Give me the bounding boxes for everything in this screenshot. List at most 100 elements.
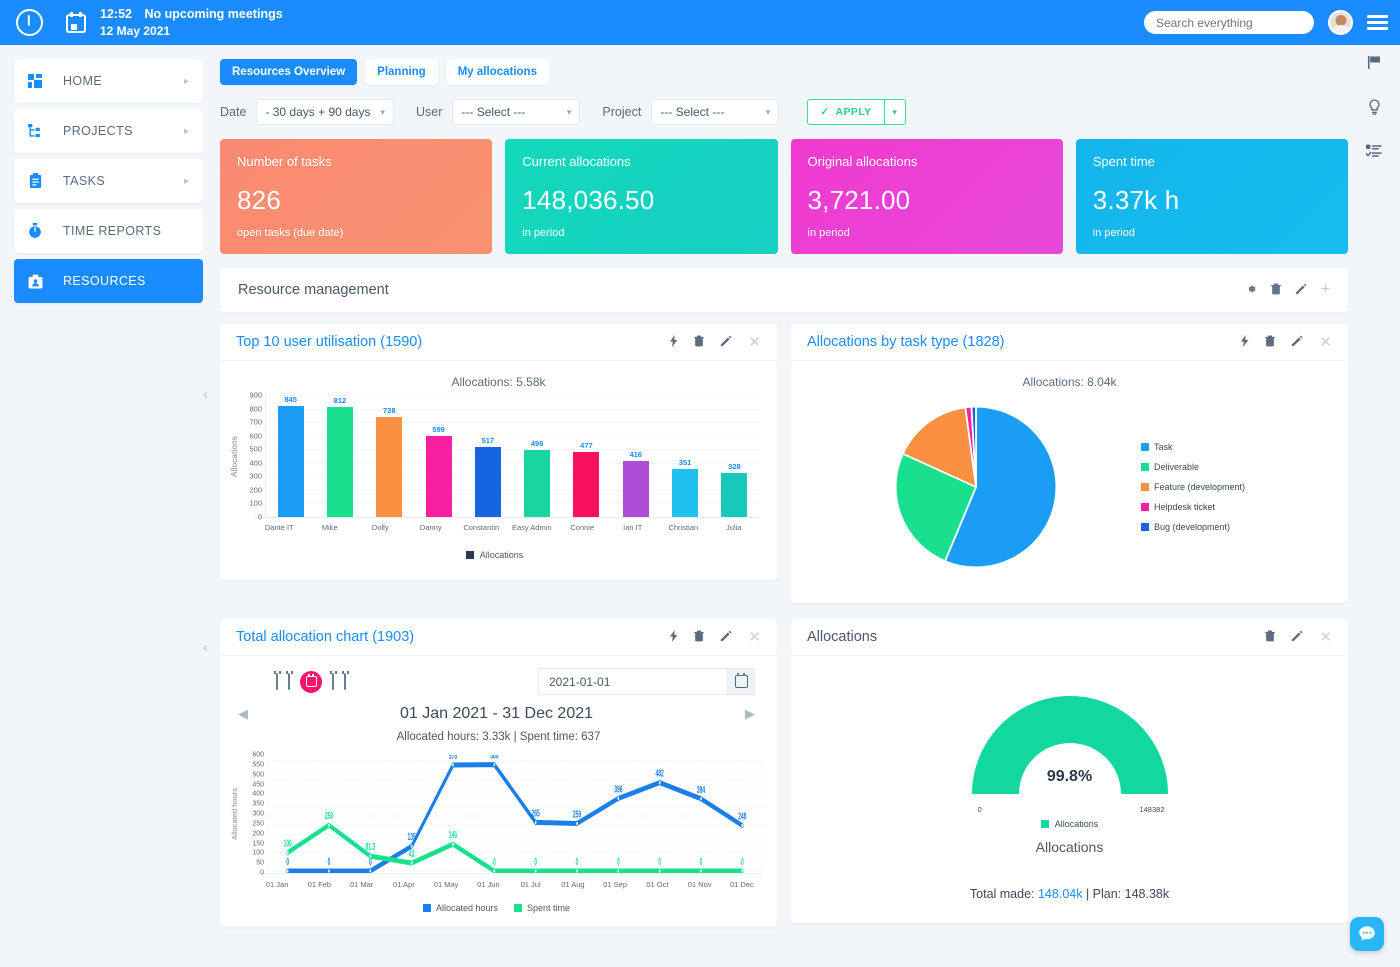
bar[interactable] (623, 461, 649, 517)
legend-item[interactable]: Spent time (514, 903, 570, 913)
legend-item[interactable]: Allocated hours (423, 903, 498, 913)
apply-dropdown-button[interactable]: ▾ (885, 99, 906, 125)
bar-column[interactable]: 477 (562, 395, 611, 517)
bar[interactable] (524, 450, 550, 517)
date-input[interactable] (538, 668, 727, 695)
apply-button[interactable]: ✓ APPLY (807, 99, 884, 125)
sidebar-item-home[interactable]: HOME ▸ (14, 59, 203, 103)
meeting-status: 12:52 No upcoming meetings 12 May 2021 (100, 5, 283, 41)
sidebar-item-time-reports[interactable]: TIME REPORTS (14, 209, 203, 253)
calendar-quarter-icon[interactable] (332, 674, 334, 689)
bar[interactable] (721, 473, 747, 517)
line-series[interactable] (288, 765, 743, 871)
previous-period-arrow[interactable]: ◀ (238, 706, 248, 722)
next-period-arrow[interactable]: ▶ (745, 706, 755, 722)
collapse-left-arrow[interactable]: ‹ (203, 386, 208, 403)
date-range-select[interactable]: - 30 days + 90 days ▾ (256, 99, 394, 125)
x-tick: 01 Oct (636, 874, 678, 889)
line-series[interactable] (288, 825, 743, 871)
close-icon[interactable]: ✕ (748, 628, 761, 646)
checklist-icon[interactable] (1366, 144, 1382, 161)
lightning-icon[interactable] (670, 335, 678, 350)
tab-planning[interactable]: Planning (365, 59, 438, 85)
bar[interactable] (475, 447, 501, 517)
calendar-day-icon[interactable] (276, 674, 278, 689)
sidebar-item-tasks[interactable]: TASKS ▸ (14, 159, 203, 203)
line-chart: Allocated hours 050100150200250300350400… (220, 743, 777, 927)
gauge-scale: 0 148382 (955, 805, 1185, 817)
bar-column[interactable]: 599 (414, 395, 463, 517)
bar[interactable] (327, 407, 353, 517)
widget-column-right: Allocations by task type (1828) (791, 324, 1348, 603)
legend-item[interactable]: Deliverable (1141, 462, 1245, 472)
kpi-title: Original allocations (808, 154, 1046, 169)
filter-bar: Date - 30 days + 90 days ▾ User --- Sele… (215, 85, 1348, 125)
bar[interactable] (672, 469, 698, 517)
bar-column[interactable]: 416 (611, 395, 660, 517)
bar-column[interactable]: 812 (315, 395, 364, 517)
search-box[interactable] (1144, 11, 1314, 34)
edit-pencil-icon[interactable] (1295, 283, 1307, 298)
widget-title: Top 10 user utilisation (1590) (236, 334, 422, 350)
bar-column[interactable]: 328 (710, 395, 759, 517)
bar-column[interactable]: 496 (512, 395, 561, 517)
bar[interactable] (278, 406, 304, 517)
bar[interactable] (573, 452, 599, 517)
trash-icon[interactable] (1265, 630, 1275, 645)
project-select[interactable]: --- Select --- ▾ (651, 99, 779, 125)
trash-icon[interactable] (694, 630, 704, 645)
bar-column[interactable]: 517 (463, 395, 512, 517)
sidebar-item-resources[interactable]: RESOURCES (14, 259, 203, 303)
chevron-down-icon: ▾ (756, 107, 771, 118)
legend-swatch (1141, 463, 1149, 471)
menu-burger-icon[interactable] (1367, 15, 1388, 30)
user-avatar[interactable] (1328, 10, 1353, 35)
tab-resources-overview[interactable]: Resources Overview (220, 59, 357, 85)
bar-column[interactable]: 351 (660, 395, 709, 517)
legend-item[interactable]: Helpdesk ticket (1141, 502, 1245, 512)
bar-column[interactable]: 845 (266, 395, 315, 517)
calendar-week-icon[interactable] (288, 674, 290, 689)
pie-chart-plot (811, 397, 1141, 577)
gear-icon[interactable] (1245, 283, 1257, 298)
edit-pencil-icon[interactable] (720, 335, 732, 350)
trash-icon[interactable] (1265, 335, 1275, 350)
trash-icon[interactable] (694, 335, 704, 350)
edit-pencil-icon[interactable] (1291, 335, 1303, 350)
close-icon[interactable]: ✕ (748, 333, 761, 351)
tab-my-allocations[interactable]: My allocations (446, 59, 549, 85)
date-picker-button[interactable] (727, 668, 755, 695)
search-input[interactable] (1156, 16, 1302, 30)
close-icon[interactable]: ✕ (1319, 333, 1332, 351)
flag-icon[interactable] (1367, 55, 1382, 73)
lightning-icon[interactable] (670, 630, 678, 645)
lightning-icon[interactable] (1241, 335, 1249, 350)
sidebar-item-label: TASKS (63, 174, 105, 188)
gauge-legend: Allocations (791, 819, 1348, 829)
widget-title: Allocations (807, 629, 877, 645)
top-bar: 12:52 No upcoming meetings 12 May 2021 (0, 0, 1400, 45)
kpi-title: Current allocations (522, 154, 760, 169)
calendar-icon[interactable] (66, 12, 86, 33)
calendar-year-icon[interactable] (344, 674, 346, 689)
kpi-subtitle: in period (808, 227, 1046, 239)
collapse-left-arrow[interactable]: ‹ (203, 639, 208, 656)
bar[interactable] (426, 436, 452, 517)
legend-item[interactable]: Feature (development) (1141, 482, 1245, 492)
bar-column[interactable]: 738 (365, 395, 414, 517)
bar[interactable] (376, 417, 402, 517)
calendar-month-icon-selected[interactable] (300, 671, 322, 693)
app-logo-button[interactable] (12, 6, 46, 40)
chat-bubble-button[interactable] (1350, 917, 1384, 951)
user-select[interactable]: --- Select --- ▾ (452, 99, 580, 125)
legend-item[interactable]: Task (1141, 442, 1245, 452)
point-value-label: 0 (658, 856, 661, 867)
edit-pencil-icon[interactable] (720, 630, 732, 645)
sidebar-item-projects[interactable]: PROJECTS ▸ (14, 109, 203, 153)
lightbulb-icon[interactable] (1367, 99, 1382, 118)
add-widget-icon[interactable]: + (1321, 281, 1330, 299)
trash-icon[interactable] (1271, 283, 1281, 298)
close-icon[interactable]: ✕ (1319, 628, 1332, 646)
legend-item[interactable]: Bug (development) (1141, 522, 1245, 532)
edit-pencil-icon[interactable] (1291, 630, 1303, 645)
